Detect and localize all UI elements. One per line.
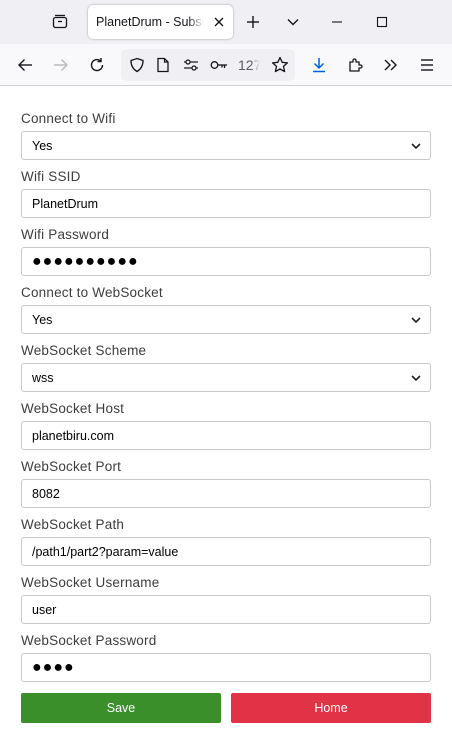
connect-wifi-value: Yes — [32, 138, 53, 153]
minimize-icon — [332, 21, 342, 23]
websocket-port-value: 8082 — [32, 486, 60, 501]
websocket-password-value: ●●●● — [32, 658, 75, 676]
active-tab[interactable]: PlanetDrum - Subscribe — [88, 5, 233, 39]
nav-bar: 127.0.0.1 — [0, 44, 452, 86]
tracking-protection-button[interactable] — [125, 53, 149, 77]
maximize-icon — [376, 16, 388, 28]
url-bar[interactable]: 127.0.0.1 — [121, 49, 295, 81]
wifi-password-label: Wifi Password — [21, 227, 110, 242]
save-button[interactable]: Save — [21, 693, 221, 723]
shield-icon — [130, 57, 144, 73]
tab-list-button[interactable] — [44, 8, 76, 36]
websocket-path-input[interactable]: /path1/part2?param=value — [21, 537, 431, 566]
extensions-button[interactable] — [343, 53, 367, 77]
websocket-scheme-value: wss — [32, 370, 54, 385]
key-icon — [210, 61, 227, 69]
url-text[interactable]: 127.0.0.1 — [238, 57, 260, 73]
back-icon — [18, 59, 32, 71]
connect-websocket-label: Connect to WebSocket — [21, 285, 163, 300]
websocket-host-value: planetbiru.com — [32, 428, 114, 443]
connect-wifi-select[interactable]: Yes — [21, 131, 431, 160]
chevron-down-icon — [411, 375, 421, 382]
websocket-host-label: WebSocket Host — [21, 401, 125, 416]
overflow-icon — [384, 59, 397, 71]
bookmark-button[interactable] — [268, 53, 292, 77]
tab-close-button[interactable] — [211, 14, 227, 30]
wifi-password-input[interactable]: ●●●●●●●●●● — [21, 247, 431, 276]
new-tab-icon — [247, 16, 259, 28]
websocket-password-label: WebSocket Password — [21, 633, 157, 648]
chevron-down-icon — [411, 143, 421, 150]
forward-button[interactable] — [49, 53, 73, 77]
close-icon — [214, 17, 224, 27]
websocket-path-label: WebSocket Path — [21, 517, 125, 532]
wifi-ssid-input[interactable]: PlanetDrum — [21, 189, 431, 218]
websocket-host-input[interactable]: planetbiru.com — [21, 421, 431, 450]
websocket-scheme-label: WebSocket Scheme — [21, 343, 147, 358]
connect-wifi-label: Connect to Wifi — [21, 111, 116, 126]
overflow-button[interactable] — [379, 53, 403, 77]
websocket-username-input[interactable]: user — [21, 595, 431, 624]
tab-bar: PlanetDrum - Subscribe — [0, 0, 452, 44]
wifi-ssid-value: PlanetDrum — [32, 196, 98, 211]
menu-icon — [421, 59, 433, 71]
reload-icon — [90, 58, 104, 72]
connect-websocket-select[interactable]: Yes — [21, 305, 431, 334]
tab-list-icon — [52, 14, 68, 29]
list-all-tabs-button[interactable] — [279, 8, 307, 36]
websocket-port-input[interactable]: 8082 — [21, 479, 431, 508]
forward-icon — [54, 59, 68, 71]
tab-title: PlanetDrum - Subscribe — [96, 15, 204, 29]
permissions-button[interactable] — [179, 53, 203, 77]
permissions-icon — [184, 59, 198, 71]
websocket-scheme-select[interactable]: wss — [21, 363, 431, 392]
maximize-button[interactable] — [368, 8, 396, 36]
wifi-ssid-label: Wifi SSID — [21, 169, 81, 184]
websocket-port-label: WebSocket Port — [21, 459, 122, 474]
new-tab-button[interactable] — [239, 8, 267, 36]
back-button[interactable] — [13, 53, 37, 77]
star-icon — [271, 56, 289, 73]
app-menu-button[interactable] — [415, 53, 439, 77]
extensions-icon — [349, 58, 363, 72]
page-icon — [157, 57, 169, 73]
wifi-password-value: ●●●●●●●●●● — [32, 252, 139, 270]
websocket-username-value: user — [32, 602, 57, 617]
chevron-down-icon — [287, 19, 299, 26]
reload-button[interactable] — [85, 53, 109, 77]
minimize-button[interactable] — [323, 8, 351, 36]
home-button[interactable]: Home — [231, 693, 431, 723]
websocket-path-value: /path1/part2?param=value — [32, 544, 179, 559]
download-icon — [313, 58, 325, 73]
connect-websocket-value: Yes — [32, 312, 53, 327]
saved-logins-button[interactable] — [207, 53, 231, 77]
downloads-button[interactable] — [307, 53, 331, 77]
chevron-down-icon — [411, 317, 421, 324]
site-info-button[interactable] — [151, 53, 175, 77]
websocket-username-label: WebSocket Username — [21, 575, 160, 590]
websocket-password-input[interactable]: ●●●● — [21, 653, 431, 682]
